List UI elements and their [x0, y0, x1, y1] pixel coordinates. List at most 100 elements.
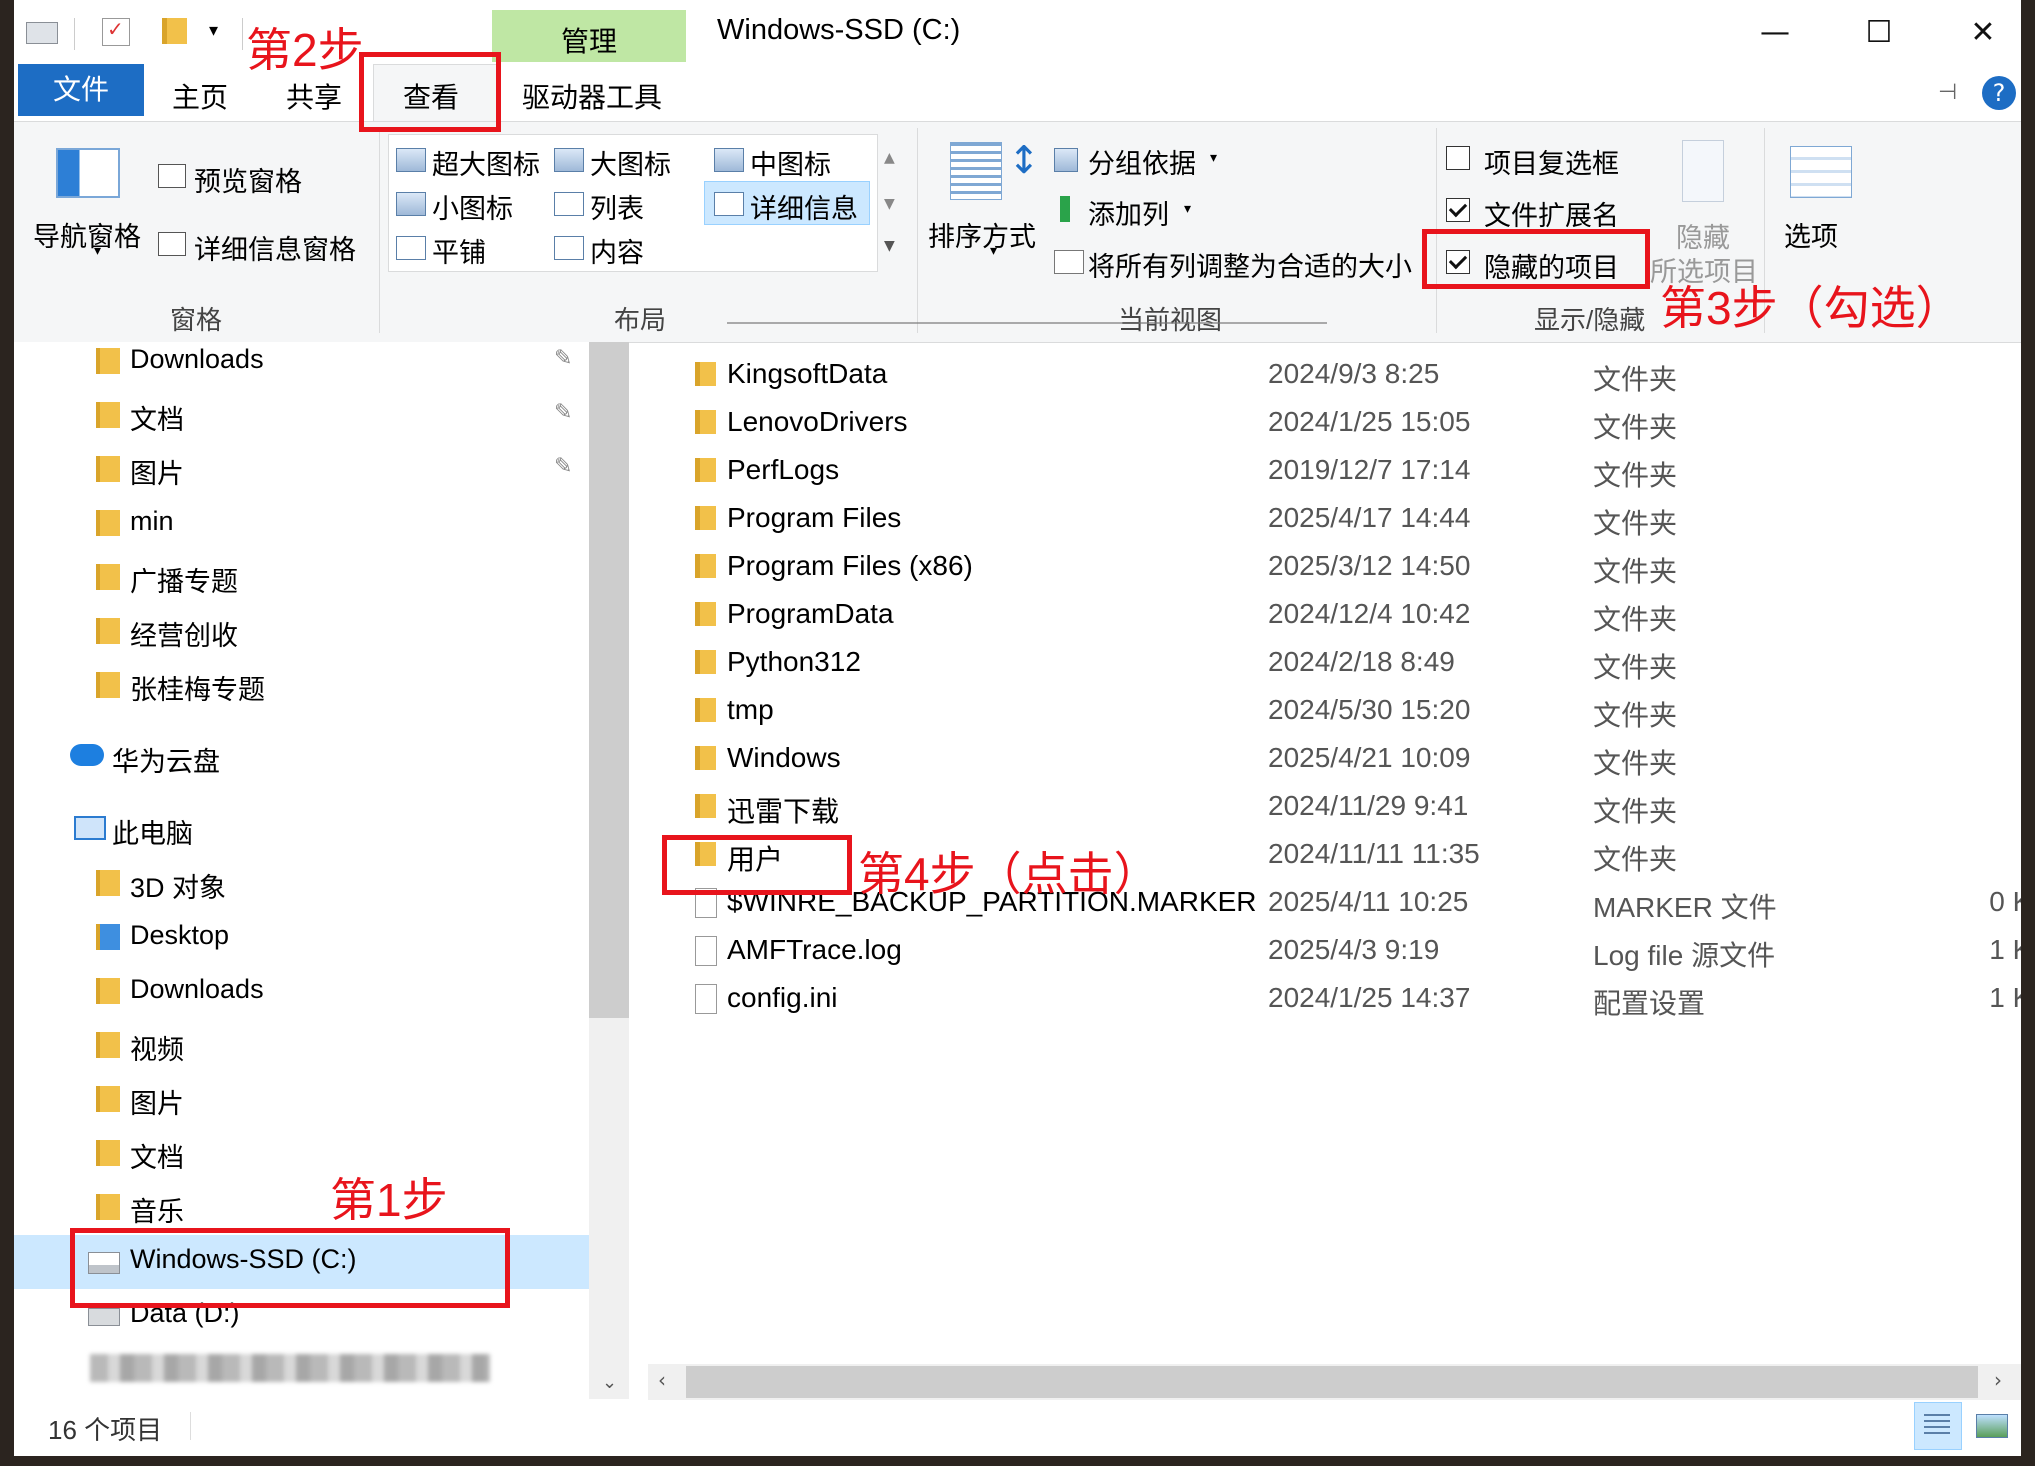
content-icon — [554, 236, 584, 260]
file-row[interactable]: 迅雷下载 2024/11/29 9:41 文件夹 — [638, 784, 2021, 832]
step4-label: 第4步（点击） — [858, 848, 1160, 900]
pin-icon[interactable]: ✎ — [554, 454, 572, 479]
nav-item-this-pc[interactable]: 此电脑 — [112, 812, 193, 851]
group-by-button[interactable]: 分组依据 — [1088, 142, 1196, 181]
file-row[interactable]: Windows 2025/4/21 10:09 文件夹 — [638, 736, 2021, 784]
file-row[interactable]: Program Files 2025/4/17 14:44 文件夹 — [638, 496, 2021, 544]
file-name: Program Files — [727, 502, 902, 533]
layout-tiles[interactable]: 平铺 — [432, 231, 486, 270]
step4-highlight-box — [662, 835, 852, 895]
options-button[interactable]: 选项 — [1784, 215, 1838, 254]
nav-item-pictures-qa[interactable]: 图片 — [130, 452, 184, 491]
nav-scroll-down-icon[interactable]: ⌄ — [602, 1372, 617, 1393]
size-all-columns-button[interactable]: 将所有列调整为合适的大小 — [1088, 245, 1412, 284]
layout-details[interactable]: 详细信息 — [750, 187, 858, 226]
nav-item-3d-objects[interactable]: 3D 对象 — [130, 866, 226, 905]
file-date: 2025/4/11 10:25 — [1268, 886, 1469, 917]
item-checkboxes-label[interactable]: 项目复选框 — [1484, 142, 1619, 181]
close-button[interactable]: ✕ — [1948, 8, 2018, 58]
file-extensions-label[interactable]: 文件扩展名 — [1484, 194, 1619, 233]
nav-pane-dropdown-icon[interactable]: ▾ — [94, 243, 101, 259]
sort-by-button[interactable]: 排序方式 — [928, 215, 1036, 254]
downloads-folder-icon — [96, 978, 120, 1004]
file-type: 文件夹 — [1593, 748, 1678, 779]
nav-item-pictures[interactable]: 图片 — [130, 1082, 184, 1121]
help-icon[interactable]: ? — [1982, 76, 2016, 110]
layout-extra-large-icons[interactable]: 超大图标 — [432, 143, 540, 182]
preview-pane-button[interactable]: 预览窗格 — [194, 160, 302, 199]
add-columns-button[interactable]: 添加列 — [1088, 193, 1169, 232]
nav-item-zhang-topic[interactable]: 张桂梅专题 — [130, 668, 265, 707]
layout-medium-icons[interactable]: 中图标 — [750, 143, 831, 182]
tab-share[interactable]: 共享 — [286, 76, 342, 116]
file-row[interactable]: Program Files (x86) 2025/3/12 14:50 文件夹 — [638, 544, 2021, 592]
nav-pane-icon[interactable] — [56, 148, 120, 198]
nav-item-documents-qa[interactable]: 文档 — [130, 398, 184, 437]
group-by-dropdown-icon[interactable]: ▾ — [1210, 150, 1217, 166]
qat-divider — [242, 18, 243, 50]
file-row[interactable]: tmp 2024/5/30 15:20 文件夹 — [638, 688, 2021, 736]
file-row[interactable]: ProgramData 2024/12/4 10:42 文件夹 — [638, 592, 2021, 640]
tab-drive-tools[interactable]: 驱动器工具 — [522, 76, 662, 116]
scroll-left-icon[interactable]: ‹ — [658, 1368, 666, 1392]
file-row[interactable]: PerfLogs 2019/12/7 17:14 文件夹 — [638, 448, 2021, 496]
nav-scroll-thumb[interactable] — [589, 342, 629, 1018]
file-row[interactable]: LenovoDrivers 2024/1/25 15:05 文件夹 — [638, 400, 2021, 448]
sort-by-dropdown-icon[interactable]: ▾ — [990, 243, 997, 259]
file-name: tmp — [727, 694, 774, 725]
nav-item-downloads-qa[interactable]: Downloads — [130, 344, 264, 375]
horizontal-scroll-thumb[interactable] — [686, 1366, 1978, 1398]
file-extensions-checkbox[interactable] — [1446, 198, 1470, 222]
file-row[interactable]: config.ini 2024/1/25 14:37 配置设置 1 KB — [638, 976, 2021, 1024]
drive-app-icon[interactable] — [26, 22, 58, 44]
details-pane-button[interactable]: 详细信息窗格 — [194, 228, 356, 267]
minimize-button[interactable]: — — [1740, 8, 1810, 58]
large-icons-icon — [554, 148, 584, 172]
step1-highlight-box — [70, 1228, 510, 1308]
pin-icon[interactable]: ✎ — [554, 400, 572, 425]
3d-objects-folder-icon — [96, 870, 120, 896]
nav-item-broadcast[interactable]: 广播专题 — [130, 560, 238, 599]
blurred-network-item[interactable] — [90, 1354, 490, 1382]
details-icon — [714, 192, 744, 216]
folder-icon — [695, 650, 716, 674]
gallery-scroll-up-icon[interactable]: ▲ — [884, 150, 895, 166]
gallery-expand-icon[interactable]: ▼ — [884, 238, 895, 254]
folder-icon — [695, 698, 716, 722]
scroll-right-icon[interactable]: › — [1994, 1368, 2002, 1392]
nav-item-documents[interactable]: 文档 — [130, 1136, 184, 1175]
pin-icon[interactable]: ✎ — [554, 346, 572, 371]
layout-list[interactable]: 列表 — [590, 187, 644, 226]
pin-ribbon-icon[interactable]: ⊣ — [1938, 80, 1957, 105]
nav-item-downloads[interactable]: Downloads — [130, 974, 264, 1005]
nav-item-min[interactable]: min — [130, 506, 174, 537]
details-pane-icon — [158, 232, 186, 256]
file-date: 2025/4/21 10:09 — [1268, 742, 1471, 773]
file-row[interactable]: KingsoftData 2024/9/3 8:25 文件夹 — [638, 352, 2021, 400]
manage-context-tab[interactable]: 管理 — [492, 20, 686, 60]
properties-icon[interactable]: ✓ — [102, 17, 130, 46]
new-folder-icon[interactable] — [162, 18, 187, 44]
nav-pane-button[interactable]: 导航窗格 — [33, 215, 141, 254]
nav-item-music[interactable]: 音乐 — [130, 1190, 184, 1229]
tab-file[interactable]: 文件 — [18, 64, 144, 116]
tab-home[interactable]: 主页 — [172, 76, 228, 116]
file-row[interactable]: AMFTrace.log 2025/4/3 9:19 Log file 源文件 1 K… — [638, 928, 2021, 976]
layout-content[interactable]: 内容 — [590, 231, 644, 270]
layout-large-icons[interactable]: 大图标 — [590, 143, 671, 182]
maximize-button[interactable]: ☐ — [1844, 8, 1914, 58]
nav-item-videos[interactable]: 视频 — [130, 1028, 184, 1067]
file-row[interactable]: Python312 2024/2/18 8:49 文件夹 — [638, 640, 2021, 688]
nav-item-revenue[interactable]: 经营创收 — [130, 614, 238, 653]
folder-icon — [96, 618, 120, 644]
qat-dropdown-icon[interactable]: ▾ — [209, 20, 218, 41]
item-checkboxes-checkbox[interactable] — [1446, 146, 1470, 170]
large-icons-view-toggle-icon[interactable] — [1976, 1414, 2008, 1438]
item-count: 16 个项目 — [48, 1415, 163, 1445]
gallery-scroll-down-icon[interactable]: ▼ — [884, 196, 895, 212]
nav-item-desktop[interactable]: Desktop — [130, 920, 229, 951]
nav-item-huawei-cloud[interactable]: 华为云盘 — [112, 740, 220, 779]
add-columns-dropdown-icon[interactable]: ▾ — [1184, 201, 1191, 217]
layout-small-icons[interactable]: 小图标 — [432, 187, 513, 226]
file-date: 2024/12/4 10:42 — [1268, 598, 1471, 629]
